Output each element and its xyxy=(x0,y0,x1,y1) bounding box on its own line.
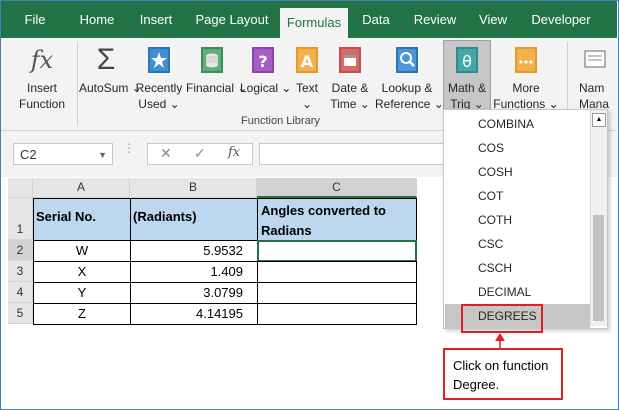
dropdown-scrollbar[interactable]: ▲ xyxy=(590,110,607,326)
row-header-3[interactable]: 3 xyxy=(8,261,33,282)
ribbon-tab-bar: File Home Insert Page Layout Formulas Da… xyxy=(1,1,617,38)
cell-c1[interactable]: Angles converted to Radians xyxy=(257,198,417,241)
cell-c5[interactable] xyxy=(257,303,417,325)
autosum-button[interactable]: Σ AutoSum ⌄ xyxy=(79,41,142,111)
formula-input[interactable] xyxy=(259,143,449,165)
more-functions-button[interactable]: More Functions ⌄ xyxy=(493,41,559,111)
cell-b1[interactable]: (Radiants) xyxy=(130,198,258,241)
svg-text:?: ? xyxy=(258,52,267,71)
calendar-book-icon xyxy=(339,47,361,73)
cell-b2[interactable]: 5.9532 xyxy=(130,240,258,262)
callout-line-2: Degree. xyxy=(453,377,500,392)
question-book-icon: ? xyxy=(252,47,274,73)
row-header-2[interactable]: 2 xyxy=(8,240,33,261)
cell-b4[interactable]: 3.0799 xyxy=(130,282,258,304)
menu-item-cos[interactable]: COS xyxy=(445,136,590,160)
degrees-highlight-box xyxy=(461,304,543,333)
cell-b5[interactable]: 4.14195 xyxy=(130,303,258,325)
logical-button[interactable]: ? Logical ⌄ xyxy=(240,41,291,111)
tab-formulas[interactable]: Formulas xyxy=(280,8,348,38)
menu-item-cosh[interactable]: COSH xyxy=(445,160,590,184)
column-header-b[interactable]: B xyxy=(130,178,257,198)
svg-text:θ: θ xyxy=(462,52,472,71)
text-book-icon: A xyxy=(296,47,318,73)
tab-developer[interactable]: Developer xyxy=(523,1,599,38)
cell-c4[interactable] xyxy=(257,282,417,304)
math-trig-dropdown: COMBINA COS COSH COT COTH CSC CSCH DECIM… xyxy=(443,109,608,329)
menu-item-cot[interactable]: COT xyxy=(445,184,590,208)
row-header-1[interactable]: 1 xyxy=(8,198,33,240)
math-trig-button[interactable]: θ Math & Trig ⌄ xyxy=(443,40,491,112)
fx-icon: fx xyxy=(30,46,54,74)
insert-function-icon[interactable]: fx xyxy=(228,145,240,160)
name-manager-icon xyxy=(584,50,606,68)
tab-insert[interactable]: Insert xyxy=(131,1,181,38)
lookup-reference-button[interactable]: Lookup & Reference ⌄ xyxy=(375,41,444,111)
chevron-down-icon[interactable]: ▼ xyxy=(98,144,107,166)
cell-c2-selected[interactable] xyxy=(257,240,417,262)
cell-c3[interactable] xyxy=(257,261,417,283)
cell-a4[interactable]: Y xyxy=(33,282,131,304)
magnifier-book-icon xyxy=(396,47,418,73)
column-header-c[interactable]: C xyxy=(257,178,417,198)
callout-line-1: Click on function xyxy=(453,358,549,373)
name-manager-button[interactable]: Nam Mana xyxy=(573,41,617,111)
financial-button[interactable]: Financial ⌄ xyxy=(186,41,247,111)
cancel-icon[interactable]: ✕ xyxy=(160,145,172,162)
row-header-4[interactable]: 4 xyxy=(8,282,33,303)
formula-buttons: ✕ ✓ fx xyxy=(147,143,253,165)
tab-file[interactable]: File xyxy=(9,1,61,38)
tab-page-layout[interactable]: Page Layout xyxy=(189,1,275,38)
menu-item-csch[interactable]: CSCH xyxy=(445,256,590,280)
cell-b3[interactable]: 1.409 xyxy=(130,261,258,283)
insert-function-button[interactable]: fx Insert Function xyxy=(11,41,73,111)
name-box[interactable]: C2 ▼ xyxy=(13,143,113,165)
menu-item-csc[interactable]: CSC xyxy=(445,232,590,256)
tab-home[interactable]: Home xyxy=(71,1,123,38)
cell-a5[interactable]: Z xyxy=(33,303,131,325)
annotation-callout: Click on function Degree. xyxy=(443,348,563,400)
tab-data[interactable]: Data xyxy=(356,1,396,38)
coins-book-icon xyxy=(201,47,223,73)
dots-book-icon xyxy=(515,47,537,73)
menu-item-decimal[interactable]: DECIMAL xyxy=(445,280,590,304)
row-header-5[interactable]: 5 xyxy=(8,303,33,324)
scrollbar-thumb[interactable] xyxy=(593,215,604,321)
cell-a3[interactable]: X xyxy=(33,261,131,283)
recently-used-button[interactable]: Recently Used ⌄ xyxy=(134,41,184,111)
cell-a2[interactable]: W xyxy=(33,240,131,262)
date-time-button[interactable]: Date & Time ⌄ xyxy=(327,41,373,111)
scroll-up-arrow-icon[interactable]: ▲ xyxy=(592,113,606,127)
tab-review[interactable]: Review xyxy=(407,1,463,38)
formula-bar-grip-icon[interactable]: ⋮ xyxy=(123,142,135,154)
menu-item-combina[interactable]: COMBINA xyxy=(445,112,590,136)
select-all-corner[interactable] xyxy=(8,178,33,198)
text-button[interactable]: A Text ⌄ xyxy=(289,41,325,111)
theta-book-icon: θ xyxy=(456,47,478,73)
enter-icon[interactable]: ✓ xyxy=(194,145,206,162)
function-library-group-label: Function Library xyxy=(241,115,320,127)
ribbon-separator xyxy=(77,42,78,126)
star-book-icon xyxy=(148,47,170,73)
svg-text:A: A xyxy=(301,52,314,71)
column-header-a[interactable]: A xyxy=(33,178,130,198)
cell-a1[interactable]: Serial No. xyxy=(33,198,131,241)
tab-view[interactable]: View xyxy=(473,1,513,38)
sigma-icon: Σ xyxy=(96,43,116,76)
menu-item-coth[interactable]: COTH xyxy=(445,208,590,232)
